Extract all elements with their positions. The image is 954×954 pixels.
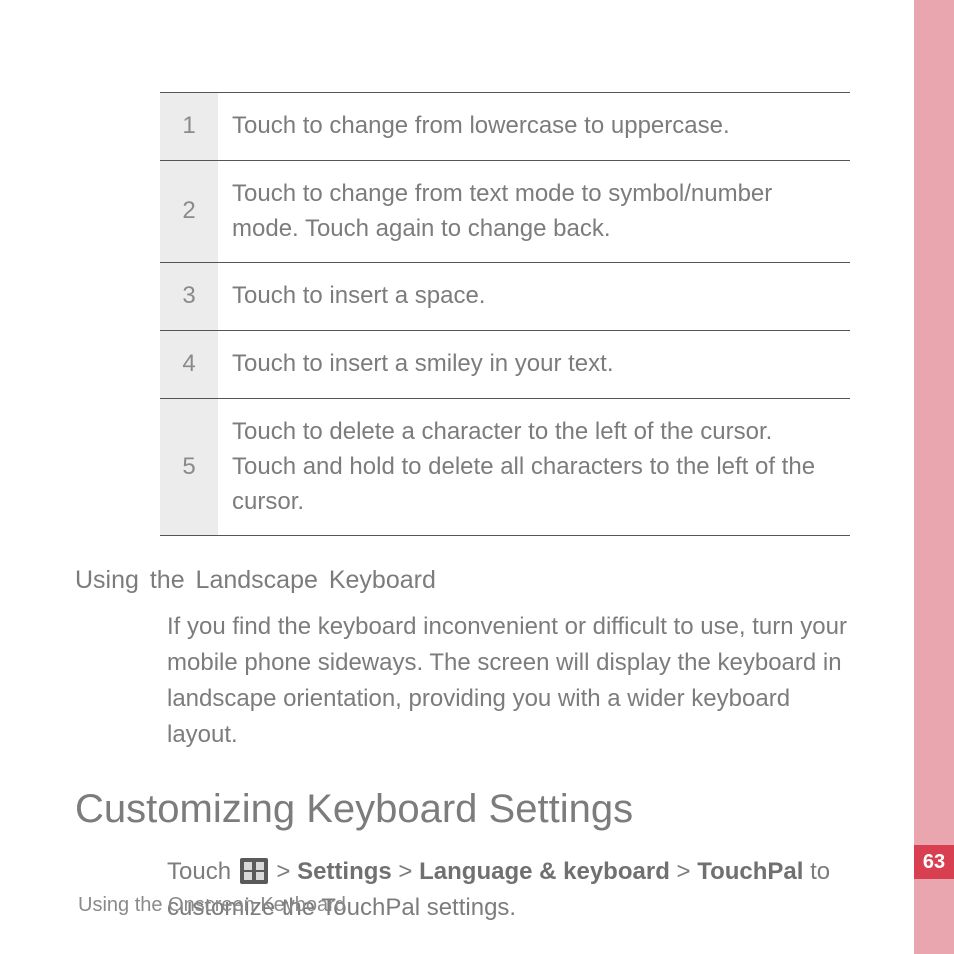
separator: > bbox=[392, 858, 419, 885]
section-title-customizing: Customizing Keyboard Settings bbox=[75, 787, 875, 832]
row-description: Touch to insert a smiley in your text. bbox=[218, 331, 850, 399]
row-number: 1 bbox=[160, 93, 218, 161]
row-description: Touch to delete a character to the left … bbox=[218, 398, 850, 535]
separator: > bbox=[670, 858, 697, 885]
table-row: 1 Touch to change from lowercase to uppe… bbox=[160, 93, 850, 161]
path-touchpal: TouchPal bbox=[697, 858, 803, 885]
footer-chapter-title: Using the Onscreen Keyboard bbox=[78, 894, 346, 917]
path-settings: Settings bbox=[297, 858, 392, 885]
row-description: Touch to change from text mode to symbol… bbox=[218, 160, 850, 263]
text-lead: Touch bbox=[167, 858, 238, 885]
row-description: Touch to change from lowercase to upperc… bbox=[218, 93, 850, 161]
row-description: Touch to insert a space. bbox=[218, 263, 850, 331]
page-content: 1 Touch to change from lowercase to uppe… bbox=[75, 92, 875, 926]
keyboard-actions-table: 1 Touch to change from lowercase to uppe… bbox=[160, 92, 850, 536]
table-row: 3 Touch to insert a space. bbox=[160, 263, 850, 331]
row-number: 4 bbox=[160, 331, 218, 399]
row-number: 3 bbox=[160, 263, 218, 331]
side-color-tab bbox=[914, 0, 954, 954]
apps-grid-icon bbox=[240, 858, 268, 884]
table-row: 5 Touch to delete a character to the lef… bbox=[160, 398, 850, 535]
separator: > bbox=[270, 858, 297, 885]
page-number-badge: 63 bbox=[914, 845, 954, 879]
landscape-paragraph: If you find the keyboard inconvenient or… bbox=[167, 609, 867, 753]
subheading-landscape: Using the Landscape Keyboard bbox=[75, 566, 875, 595]
table-row: 2 Touch to change from text mode to symb… bbox=[160, 160, 850, 263]
path-language-keyboard: Language & keyboard bbox=[419, 858, 670, 885]
table-row: 4 Touch to insert a smiley in your text. bbox=[160, 331, 850, 399]
row-number: 5 bbox=[160, 398, 218, 535]
row-number: 2 bbox=[160, 160, 218, 263]
